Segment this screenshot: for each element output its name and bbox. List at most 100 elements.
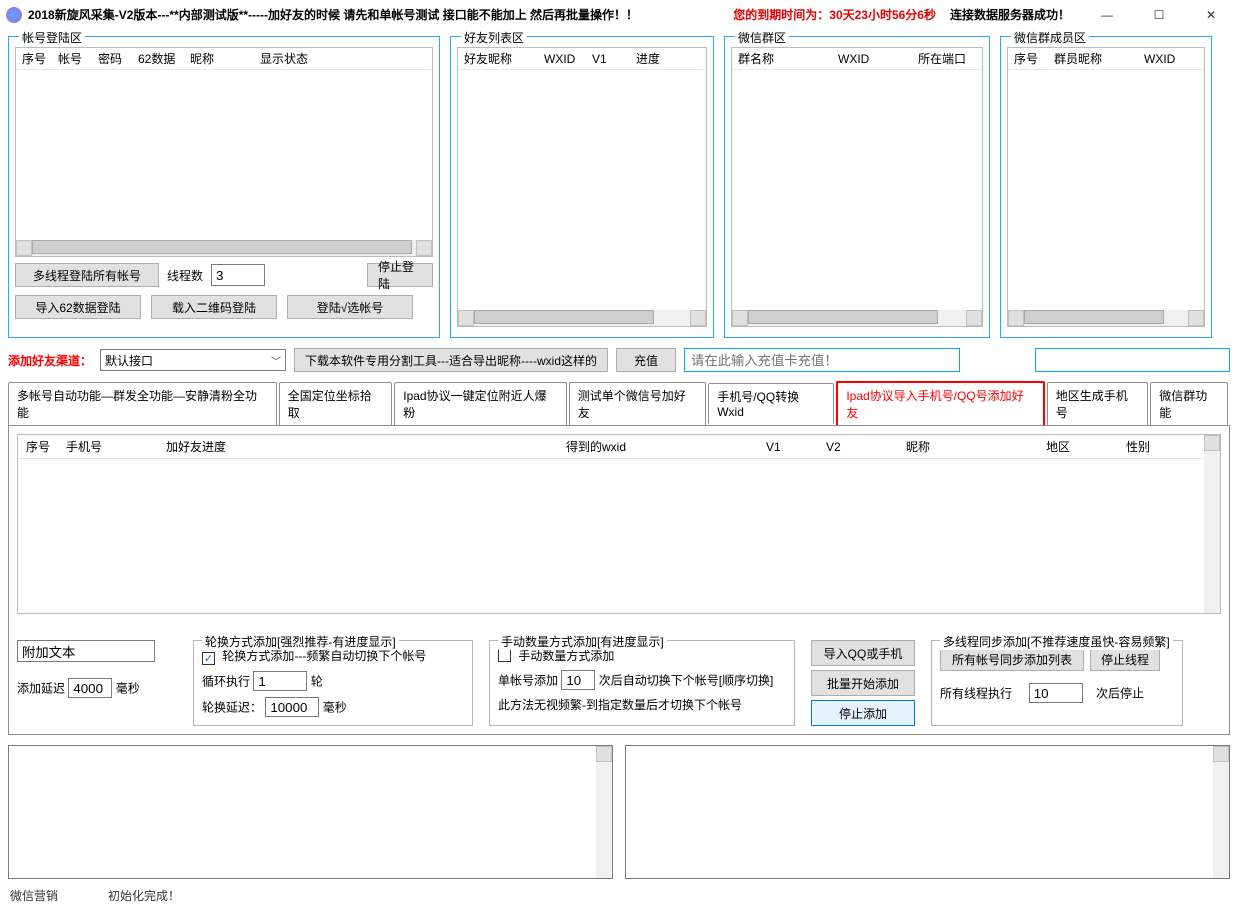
manual-checkbox[interactable] xyxy=(498,649,511,662)
groups-legend: 微信群区 xyxy=(735,29,789,46)
friends-grid[interactable]: 好友昵称 WXID V1 进度 xyxy=(457,47,707,327)
maximize-button[interactable]: ☐ xyxy=(1144,4,1174,26)
delay-unit: 毫秒 xyxy=(116,682,140,696)
delay-label: 添加延迟 xyxy=(17,682,65,696)
login-legend: 帐号登陆区 xyxy=(19,29,85,46)
action-buttons-col: 导入QQ或手机 批量开始添加 停止添加 xyxy=(811,640,915,726)
connection-status: 连接数据服务器成功！ xyxy=(950,6,1070,23)
thread-input[interactable] xyxy=(211,264,265,286)
all-exec-input[interactable] xyxy=(1029,683,1083,703)
manual-note: 此方法无视频繁-到指定数量后才切换下个帐号 xyxy=(498,698,742,712)
stop-login-button[interactable]: 停止登陆 xyxy=(367,263,433,287)
thread-label: 线程数 xyxy=(167,267,203,284)
rotation-checkbox[interactable]: ✓ xyxy=(202,652,215,665)
col-gname: 群名称 xyxy=(738,50,838,67)
col-62: 62数据 xyxy=(138,50,190,67)
split-tool-button[interactable]: 下载本软件专用分割工具---适合导出昵称----wxid这样的 xyxy=(294,348,608,372)
log-area-right[interactable] xyxy=(625,745,1230,879)
sync-add-button[interactable]: 所有帐号同步添加列表 xyxy=(940,647,1084,671)
stop-add-button[interactable]: 停止添加 xyxy=(811,700,915,726)
login-hscroll[interactable] xyxy=(16,240,432,256)
recharge-button[interactable]: 充值 xyxy=(616,348,676,372)
chevron-down-icon: ﹀ xyxy=(271,353,281,368)
rotdelay-input[interactable] xyxy=(265,697,319,717)
result-vscroll[interactable] xyxy=(1204,435,1220,613)
bgc-6: 昵称 xyxy=(906,438,1046,455)
friends-zone: 好友列表区 好友昵称 WXID V1 进度 xyxy=(450,36,714,338)
bgc-8: 性别 xyxy=(1126,438,1150,455)
tab-panel: 序号 手机号 加好友进度 得到的wxid V1 V2 昵称 地区 性别 添加延迟… xyxy=(8,425,1230,735)
manual-cb-label: 手动数量方式添加 xyxy=(518,649,614,663)
groups-grid[interactable]: 群名称 WXID 所在端口 xyxy=(731,47,983,327)
status-right: 初始化完成！ xyxy=(108,887,180,904)
rotdelay-label: 轮换延迟： xyxy=(202,701,262,715)
recharge-input[interactable] xyxy=(684,348,960,372)
channel-selected: 默认接口 xyxy=(105,352,153,369)
rotation-fieldset: 轮换方式添加[强烈推荐-有进度显示] ✓ 轮换方式添加---频繁自动切换下个帐号… xyxy=(193,640,473,726)
minimize-button[interactable]: — xyxy=(1092,4,1122,26)
col-nick: 昵称 xyxy=(190,50,260,67)
col-gport: 所在端口 xyxy=(918,50,966,67)
qr-login-button[interactable]: 载入二维码登陆 xyxy=(151,295,277,319)
groups-hscroll[interactable] xyxy=(732,310,982,326)
col-gwxid: WXID xyxy=(838,52,918,66)
result-grid[interactable]: 序号 手机号 加好友进度 得到的wxid V1 V2 昵称 地区 性别 xyxy=(17,434,1221,614)
login-zone: 帐号登陆区 序号 帐号 密码 62数据 昵称 显示状态 多线程登陆所有帐号 线程… xyxy=(8,36,440,338)
login-grid[interactable]: 序号 帐号 密码 62数据 昵称 显示状态 xyxy=(15,47,433,257)
rotation-legend: 轮换方式添加[强烈推荐-有进度显示] xyxy=(202,633,399,650)
tab-1[interactable]: 全国定位坐标拾取 xyxy=(279,382,393,426)
single-input[interactable] xyxy=(561,670,595,690)
col-wxid: WXID xyxy=(544,52,592,66)
multi-legend: 多线程同步添加[不推荐速度虽快-容易频繁] xyxy=(940,633,1173,650)
multi-login-button[interactable]: 多线程登陆所有帐号 xyxy=(15,263,159,287)
multithread-fieldset: 多线程同步添加[不推荐速度虽快-容易频繁] 所有帐号同步添加列表 停止线程 所有… xyxy=(931,640,1183,726)
single-label: 单帐号添加 xyxy=(498,674,558,688)
manual-legend: 手动数量方式添加[有进度显示] xyxy=(498,633,667,650)
col-pwd: 密码 xyxy=(98,50,138,67)
log-area-left[interactable] xyxy=(8,745,613,879)
friends-hscroll[interactable] xyxy=(458,310,706,326)
col-seq: 序号 xyxy=(22,50,58,67)
stop-thread-button[interactable]: 停止线程 xyxy=(1090,647,1160,671)
all-exec-tail: 次后停止 xyxy=(1096,687,1144,701)
col-prog: 进度 xyxy=(636,50,660,67)
tab-4[interactable]: 手机号/QQ转换Wxid xyxy=(708,383,834,424)
friends-legend: 好友列表区 xyxy=(461,29,527,46)
tab-6[interactable]: 地区生成手机号 xyxy=(1047,382,1149,426)
groups-zone: 微信群区 群名称 WXID 所在端口 xyxy=(724,36,990,338)
tab-2[interactable]: Ipad协议一键定位附近人爆粉 xyxy=(394,382,567,426)
bgc-3: 得到的wxid xyxy=(566,438,766,455)
members-grid[interactable]: 序号 群员昵称 WXID xyxy=(1007,47,1205,327)
tab-3[interactable]: 测试单个微信号加好友 xyxy=(569,382,706,426)
col-acct: 帐号 xyxy=(58,50,98,67)
loop-input[interactable] xyxy=(253,671,307,691)
delay-input[interactable] xyxy=(68,678,112,698)
tab-5[interactable]: Ipad协议导入手机号/QQ号添加好友 xyxy=(836,381,1044,426)
loop-unit: 轮 xyxy=(311,675,323,689)
members-zone: 微信群成员区 序号 群员昵称 WXID xyxy=(1000,36,1212,338)
app-title: 2018新旋风采集-V2版本---**内部测试版**-----加好友的时候 请先… xyxy=(28,6,638,23)
bgc-4: V1 xyxy=(766,440,826,454)
import-62-button[interactable]: 导入62数据登陆 xyxy=(15,295,141,319)
col-fnick: 好友昵称 xyxy=(464,50,544,67)
tabs-row: 多帐号自动功能―群发全功能―安静清粉全功能 全国定位坐标拾取 Ipad协议一键定… xyxy=(8,380,1230,425)
login-selected-button[interactable]: 登陆√选帐号 xyxy=(287,295,413,319)
bgc-1: 手机号 xyxy=(66,438,166,455)
col-v1: V1 xyxy=(592,52,636,66)
channel-select[interactable]: 默认接口 ﹀ xyxy=(100,349,286,371)
attach-col: 添加延迟 毫秒 xyxy=(17,640,177,726)
log-right-vscroll[interactable] xyxy=(1213,746,1229,878)
import-qq-phone-button[interactable]: 导入QQ或手机 xyxy=(811,640,915,666)
tab-7[interactable]: 微信群功能 xyxy=(1150,382,1228,426)
tab-0[interactable]: 多帐号自动功能―群发全功能―安静清粉全功能 xyxy=(8,382,277,426)
loop-label: 循环执行 xyxy=(202,675,250,689)
log-left-vscroll[interactable] xyxy=(596,746,612,878)
rotdelay-unit: 毫秒 xyxy=(323,701,347,715)
close-button[interactable]: ✕ xyxy=(1196,4,1226,26)
members-hscroll[interactable] xyxy=(1008,310,1204,326)
rotation-cb-label: 轮换方式添加---频繁自动切换下个帐号 xyxy=(222,649,426,663)
expiry-time: 您的到期时间为：30天23小时56分6秒 xyxy=(733,6,936,23)
batch-start-button[interactable]: 批量开始添加 xyxy=(811,670,915,696)
attach-text-input[interactable] xyxy=(17,640,155,662)
extra-blue-input[interactable] xyxy=(1035,348,1230,372)
